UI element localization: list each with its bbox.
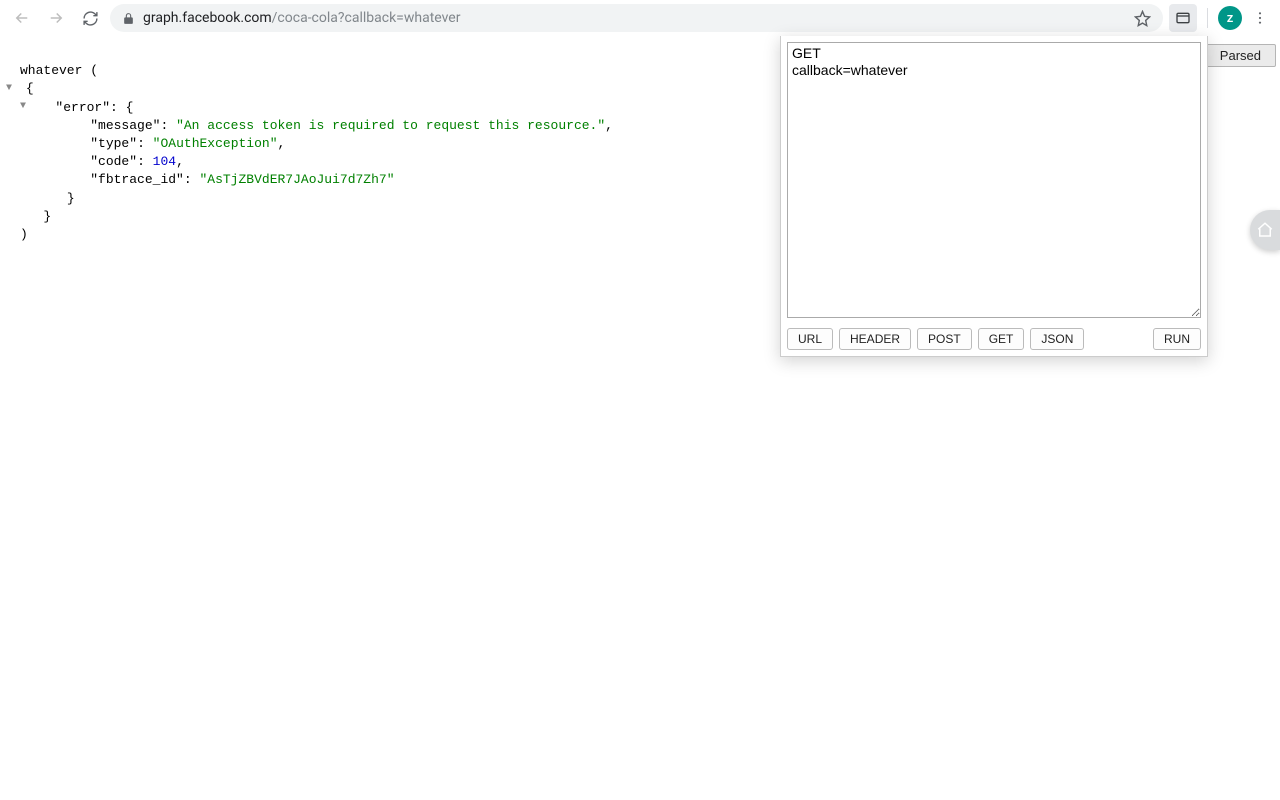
- page-body: Parsed whatever ( ▼ { ▼ "error": { "mess…: [0, 36, 1280, 800]
- lock-icon: [122, 12, 135, 25]
- request-button-row: URL HEADER POST GET JSON RUN: [787, 328, 1201, 350]
- extension-icon: [1175, 10, 1191, 26]
- disclosure-triangle-icon[interactable]: ▼: [6, 82, 18, 96]
- json-key: type: [98, 136, 129, 151]
- json-key: code: [98, 154, 129, 169]
- address-bar[interactable]: graph.facebook.com/coca-cola?callback=wh…: [110, 4, 1163, 32]
- callback-prefix: whatever (: [20, 63, 98, 78]
- url-path: /coca-cola?callback=whatever: [272, 10, 461, 26]
- avatar-letter: z: [1227, 11, 1234, 26]
- star-icon: [1134, 10, 1151, 27]
- get-button[interactable]: GET: [978, 328, 1025, 350]
- disclosure-triangle-icon[interactable]: ▼: [20, 100, 32, 114]
- back-button[interactable]: [8, 4, 36, 32]
- more-vertical-icon: [1252, 10, 1268, 26]
- browser-toolbar: graph.facebook.com/coca-cola?callback=wh…: [0, 0, 1280, 36]
- toolbar-divider: [1207, 8, 1208, 28]
- header-button[interactable]: HEADER: [839, 328, 911, 350]
- json-string: "An access token is required to request …: [176, 118, 605, 133]
- bookmark-button[interactable]: [1134, 10, 1151, 27]
- profile-avatar[interactable]: z: [1218, 6, 1242, 30]
- json-button[interactable]: JSON: [1030, 328, 1084, 350]
- home-icon: [1256, 221, 1274, 239]
- json-string: "OAuthException": [153, 136, 278, 151]
- json-key: fbtrace_id: [98, 172, 176, 187]
- json-key: error: [63, 100, 102, 115]
- run-button[interactable]: RUN: [1153, 328, 1201, 350]
- json-string: "AsTjZBVdER7JAoJui7d7Zh7": [199, 172, 394, 187]
- browser-menu-button[interactable]: [1248, 6, 1272, 30]
- json-number: 104: [153, 154, 176, 169]
- url-text: graph.facebook.com/coca-cola?callback=wh…: [143, 10, 460, 26]
- extension-button[interactable]: [1169, 4, 1197, 32]
- arrow-left-icon: [13, 9, 31, 27]
- parsed-toggle-button[interactable]: Parsed: [1205, 44, 1276, 67]
- forward-button[interactable]: [42, 4, 70, 32]
- post-button[interactable]: POST: [917, 328, 972, 350]
- url-host: graph.facebook.com: [143, 10, 272, 26]
- url-button[interactable]: URL: [787, 328, 833, 350]
- request-textarea[interactable]: [787, 42, 1201, 318]
- reload-button[interactable]: [76, 4, 104, 32]
- reload-icon: [82, 10, 99, 27]
- arrow-right-icon: [47, 9, 65, 27]
- request-panel: URL HEADER POST GET JSON RUN: [780, 36, 1208, 357]
- json-key: message: [98, 118, 153, 133]
